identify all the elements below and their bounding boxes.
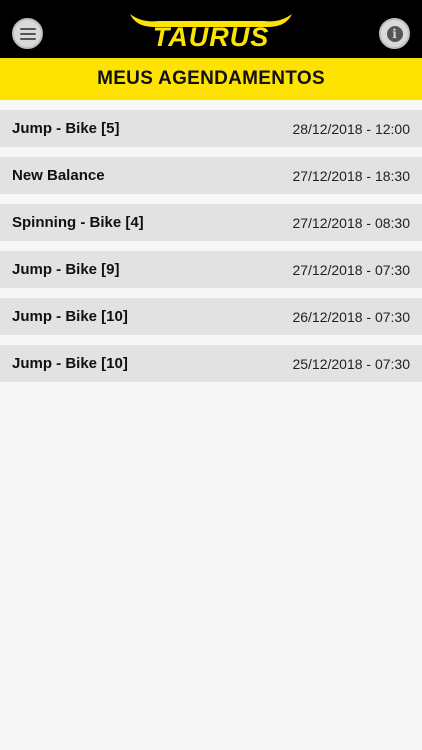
taurus-logo: TAURUS	[130, 14, 292, 48]
page-title: MEUS AGENDAMENTOS	[97, 68, 325, 89]
appointment-name: Jump - Bike [9]	[12, 261, 120, 278]
appointment-row[interactable]: New Balance 27/12/2018 - 18:30	[0, 157, 422, 194]
appointment-datetime: 28/12/2018 - 12:00	[292, 120, 410, 137]
info-icon: i	[386, 25, 403, 42]
appointment-row[interactable]: Jump - Bike [9] 27/12/2018 - 07:30	[0, 251, 422, 288]
logo-wordmark: TAURUS	[153, 22, 270, 48]
info-button[interactable]: i	[379, 18, 410, 49]
appointment-row[interactable]: Jump - Bike [10] 25/12/2018 - 07:30	[0, 345, 422, 382]
appointment-row[interactable]: Jump - Bike [5] 28/12/2018 - 12:00	[0, 110, 422, 147]
appointment-datetime: 26/12/2018 - 07:30	[292, 308, 410, 325]
appointment-name: New Balance	[12, 167, 105, 184]
appointment-datetime: 27/12/2018 - 07:30	[292, 261, 410, 278]
menu-button[interactable]	[12, 18, 43, 49]
hamburger-menu-icon	[19, 27, 36, 40]
top-bar: TAURUS i	[0, 0, 422, 58]
appointment-name: Jump - Bike [10]	[12, 355, 128, 372]
appointment-datetime: 25/12/2018 - 07:30	[292, 355, 410, 372]
appointments-list: Jump - Bike [5] 28/12/2018 - 12:00 New B…	[0, 110, 422, 392]
appointment-datetime: 27/12/2018 - 18:30	[292, 167, 410, 184]
appointment-datetime: 27/12/2018 - 08:30	[292, 214, 410, 231]
title-bar: MEUS AGENDAMENTOS	[0, 58, 422, 100]
appointment-name: Jump - Bike [10]	[12, 308, 128, 325]
appointment-row[interactable]: Jump - Bike [10] 26/12/2018 - 07:30	[0, 298, 422, 335]
appointment-row[interactable]: Spinning - Bike [4] 27/12/2018 - 08:30	[0, 204, 422, 241]
appointment-name: Jump - Bike [5]	[12, 120, 120, 137]
app-screen: TAURUS i MEUS AGENDAMENTOS Jump - Bike […	[0, 0, 422, 750]
appointment-name: Spinning - Bike [4]	[12, 214, 144, 231]
